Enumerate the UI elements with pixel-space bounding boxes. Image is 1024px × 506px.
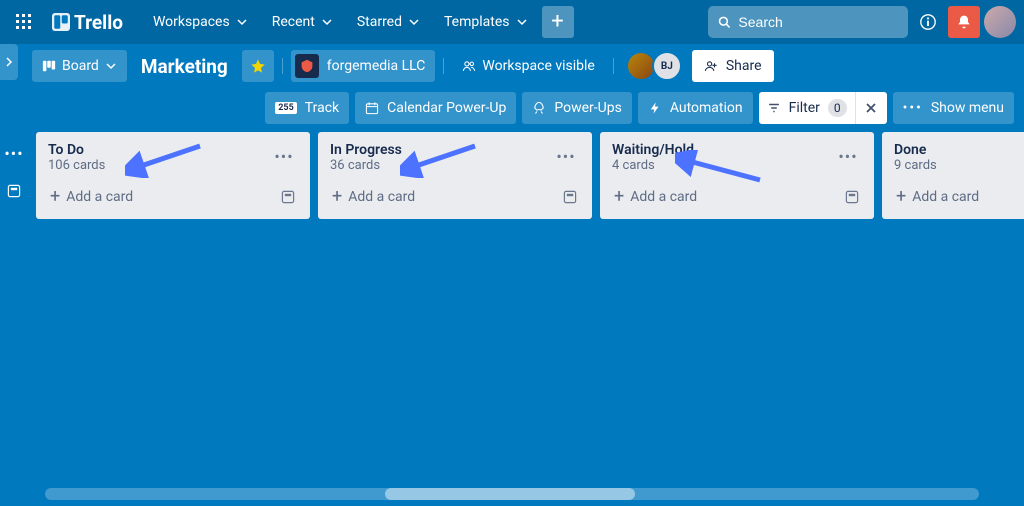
list-card-count: 9 cards [894,158,937,173]
chevron-down-icon [516,16,528,28]
list-title[interactable]: Waiting/Hold [612,142,694,158]
list-title[interactable]: Done [894,142,937,158]
list-title[interactable]: In Progress [330,142,402,158]
account-avatar[interactable] [984,6,1016,38]
top-nav: Trello Workspaces Recent Starred Templat… [0,0,1024,44]
workspace-button[interactable]: forgemedia LLC [291,50,436,82]
plus-icon: + [332,188,342,206]
chevron-down-icon [105,60,117,72]
plus-icon: + [896,188,906,206]
filter-count-badge: 0 [828,99,847,117]
chevron-down-icon [408,16,420,28]
star-icon [250,58,266,74]
plus-icon: + [614,188,624,206]
card-template-button[interactable] [838,183,866,211]
bell-icon [956,14,972,30]
nav-starred[interactable]: Starred [347,6,430,38]
board-header: Board Marketing forgemedia LLC Workspace… [0,44,1024,88]
filter-button[interactable]: Filter 0 [759,92,855,124]
template-icon [280,189,296,205]
board-view-switcher[interactable]: Board [32,50,127,82]
template-icon [562,189,578,205]
list-to-do: To Do 106 cards ••• + Add a card [36,132,310,219]
card-template-button[interactable] [274,183,302,211]
search-icon [718,15,730,29]
list-card-count: 106 cards [48,158,105,173]
trello-icon [52,13,70,31]
calendar-powerup-button[interactable]: Calendar Power-Up [355,92,516,124]
board-toolbar: 255 Track Calendar Power-Up Power-Ups Au… [0,88,1024,128]
close-icon [865,102,877,114]
list-menu-button[interactable]: ••• [552,142,580,170]
list-menu-button[interactable]: ••• [270,142,298,170]
create-button[interactable]: + [542,6,574,38]
template-icon [844,189,860,205]
powerups-button[interactable]: Power-Ups [522,92,631,124]
add-card-button[interactable]: + Add a card [44,183,274,211]
apps-launcher[interactable] [8,6,40,38]
board-canvas[interactable]: ••• To Do 106 cards ••• + Add a card [0,128,1024,506]
bolt-icon [648,101,662,115]
info-button[interactable] [912,6,944,38]
logo-text: Trello [74,11,123,34]
track-badge-icon: 255 [275,102,297,114]
track-button[interactable]: 255 Track [265,92,349,124]
search-box[interactable] [708,6,908,38]
expand-sidebar[interactable] [0,44,18,80]
list-done: Done 9 cards + Add a card [882,132,1024,219]
nav-recent[interactable]: Recent [262,6,343,38]
nav-workspaces[interactable]: Workspaces [143,6,258,38]
list-menu-button[interactable]: ••• [834,142,862,170]
chevron-right-icon [4,57,14,67]
add-card-button[interactable]: + Add a card [326,183,556,211]
collapsed-list-gutter: ••• [0,132,28,199]
filter-clear-button[interactable] [855,92,887,124]
board-title[interactable]: Marketing [131,55,238,78]
show-menu-button[interactable]: ••• Show menu [893,92,1014,124]
horizontal-scrollbar[interactable] [45,488,979,500]
automation-button[interactable]: Automation [638,92,753,124]
trello-logo[interactable]: Trello [44,11,131,34]
filter-icon [767,101,781,115]
list-title[interactable]: To Do [48,142,105,158]
dots-icon: ••• [903,100,923,116]
filter-control: Filter 0 [759,92,887,124]
info-icon [919,13,937,31]
dots-icon[interactable]: ••• [4,144,23,163]
visibility-button[interactable]: Workspace visible [452,50,604,82]
search-input[interactable] [738,14,898,30]
board-members[interactable]: BJ [626,51,682,81]
rocket-icon [532,101,546,115]
star-board-button[interactable] [242,50,274,82]
list-card-count: 4 cards [612,158,694,173]
calendar-icon [365,101,379,115]
list-card-count: 36 cards [330,158,402,173]
workspace-icon [295,54,319,78]
list-waiting-hold: Waiting/Hold 4 cards ••• + Add a card [600,132,874,219]
member-avatar[interactable]: BJ [652,51,682,81]
card-template-button[interactable] [556,183,584,211]
share-button[interactable]: Share [692,50,774,82]
notifications-button[interactable] [948,6,980,38]
person-plus-icon [704,59,718,73]
board-icon [42,59,56,73]
add-card-button[interactable]: + Add a card [608,183,838,211]
people-icon [462,59,476,73]
list-in-progress: In Progress 36 cards ••• + Add a card [318,132,592,219]
plus-icon: + [50,188,60,206]
scrollbar-thumb[interactable] [385,488,635,500]
add-card-button[interactable]: + Add a card [890,183,1024,211]
template-icon[interactable] [6,183,22,199]
nav-templates[interactable]: Templates [434,6,538,38]
chevron-down-icon [236,16,248,28]
chevron-down-icon [321,16,333,28]
